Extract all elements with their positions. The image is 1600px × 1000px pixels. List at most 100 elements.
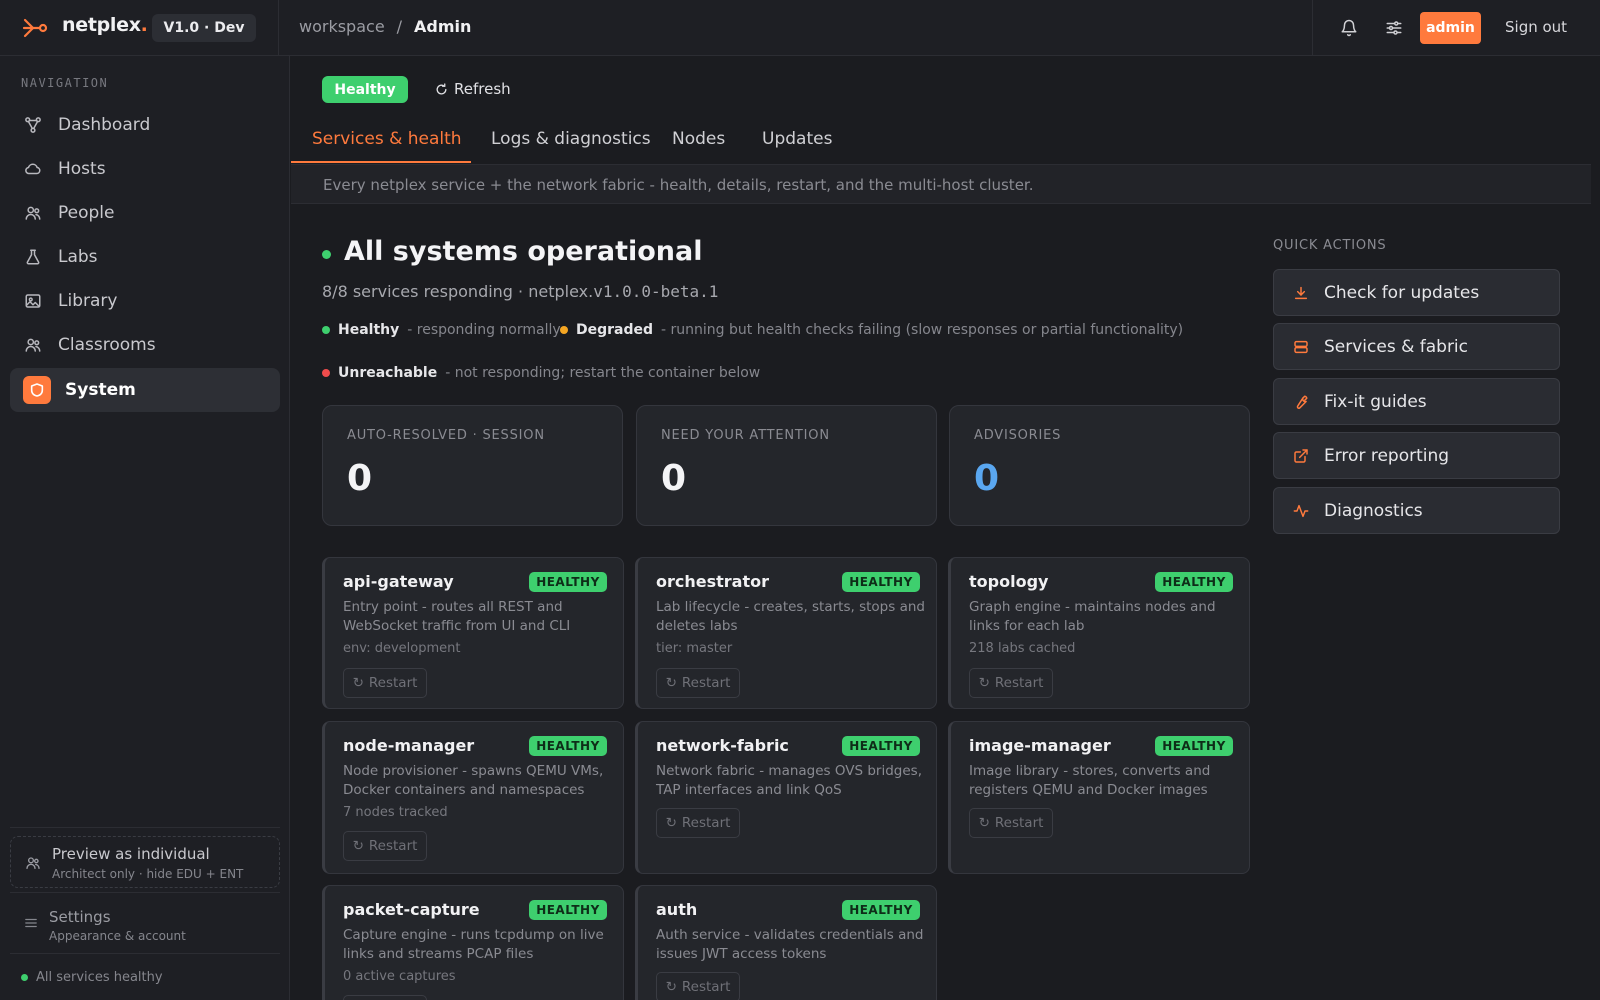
sidebar-item-system[interactable]: System [10, 368, 280, 412]
stat-label: ADVISORIES [974, 428, 1062, 443]
service-description: Network fabric - manages OVS bridges, TA… [656, 763, 923, 798]
service-meta: 218 labs cached [969, 641, 1076, 656]
sidebar-item-dashboard[interactable]: Dashboard [10, 103, 280, 147]
breadcrumb-root[interactable]: workspace [299, 17, 385, 36]
sidebar-item-hosts[interactable]: Hosts [10, 147, 280, 191]
service-name: image-manager [969, 736, 1111, 755]
service-meta: 0 active captures [343, 969, 456, 984]
sidebar-item-label: Dashboard [58, 115, 151, 135]
brand-name[interactable]: netplex. [62, 14, 148, 36]
download-icon [1292, 284, 1310, 302]
stat-card-auto-resolved: AUTO-RESOLVED · SESSION 0 [322, 405, 623, 526]
fix-it-guides-button[interactable]: Fix-it guides [1273, 378, 1560, 425]
status-badge: HEALTHY [1155, 736, 1233, 756]
service-card-packet-capture: packet-capture HEALTHY Capture engine - … [322, 885, 624, 1000]
status-dot [21, 974, 28, 981]
service-description: Lab lifecycle - creates, starts, stops a… [656, 599, 925, 634]
tab-logs-diagnostics[interactable]: Logs & diagnostics [491, 129, 651, 149]
preview-title: Preview as individual [52, 845, 210, 863]
tab-services-health[interactable]: Services & health [312, 129, 462, 149]
services-status: All services healthy [21, 970, 163, 985]
bell-icon[interactable] [1338, 17, 1360, 39]
sign-out-button[interactable]: Sign out [1505, 18, 1567, 36]
service-card-image-manager: image-manager HEALTHY Image library - st… [948, 721, 1250, 874]
stat-value: 0 [347, 458, 373, 499]
service-description: Capture engine - runs tcpdump on live li… [343, 927, 604, 962]
admin-role-button[interactable]: admin [1420, 12, 1481, 44]
flask-icon [24, 248, 42, 266]
tab-nodes[interactable]: Nodes [672, 129, 725, 149]
service-description: Node provisioner - spawns QEMU VMs, Dock… [343, 763, 604, 798]
people-icon [24, 204, 42, 222]
restart-button[interactable]: ↻Restart [343, 831, 427, 861]
tab-updates[interactable]: Updates [762, 129, 832, 149]
services-fabric-button[interactable]: Services & fabric [1273, 323, 1560, 370]
status-text: All services healthy [36, 970, 163, 985]
refresh-icon: ↻ [665, 675, 677, 691]
restart-button[interactable]: ↻Restart [343, 995, 427, 1000]
refresh-icon: ↻ [665, 979, 677, 995]
tab-description-bar: Every netplex service + the network fabr… [291, 164, 1591, 204]
service-description: Graph engine - maintains nodes and links… [969, 599, 1216, 634]
pulse-icon [1292, 502, 1310, 520]
tab-description: Every netplex service + the network fabr… [323, 176, 1034, 194]
sliders-icon[interactable] [1383, 17, 1405, 39]
sidebar-item-label: System [65, 380, 136, 400]
preview-subtitle: Architect only · hide EDU + ENT [52, 867, 244, 881]
service-description: Entry point - routes all REST and WebSoc… [343, 599, 571, 634]
cloud-icon [24, 160, 42, 178]
people-icon [25, 855, 41, 875]
quick-action-label: Diagnostics [1324, 500, 1423, 521]
sidebar-item-people[interactable]: People [10, 191, 280, 235]
breadcrumb-separator: / [396, 17, 403, 36]
service-card-network-fabric: network-fabric HEALTHY Network fabric - … [635, 721, 937, 874]
sidebar-item-label: Hosts [58, 159, 106, 179]
services-summary: 8/8 services responding · netplex.v1.0.0… [322, 282, 719, 301]
stat-card-advisories: ADVISORIES 0 [949, 405, 1250, 526]
service-card-api-gateway: api-gateway HEALTHY Entry point - routes… [322, 557, 624, 709]
service-name: node-manager [343, 736, 475, 755]
sidebar-item-label: Classrooms [58, 335, 156, 355]
shield-icon [23, 376, 51, 404]
restart-button[interactable]: ↻Restart [969, 668, 1053, 698]
refresh-icon: ↻ [665, 815, 677, 831]
netplex-logo-icon[interactable] [22, 16, 48, 40]
legend-degraded: Degraded - running but health checks fail… [560, 322, 1183, 338]
restart-button[interactable]: ↻Restart [969, 808, 1053, 838]
breadcrumb-current: Admin [414, 17, 472, 36]
restart-button[interactable]: ↻Restart [656, 972, 740, 1000]
restart-button[interactable]: ↻Restart [656, 668, 740, 698]
quick-action-label: Services & fabric [1324, 336, 1469, 357]
service-name: auth [656, 900, 698, 919]
service-name: orchestrator [656, 572, 769, 591]
refresh-icon: ↻ [978, 815, 990, 831]
service-card-auth: auth HEALTHY Auth service - validates cr… [635, 885, 937, 1000]
service-name: api-gateway [343, 572, 454, 591]
sidebar-item-library[interactable]: Library [10, 279, 280, 323]
quick-action-label: Check for updates [1324, 282, 1480, 303]
service-meta: 7 nodes tracked [343, 805, 448, 820]
status-badge: HEALTHY [842, 736, 920, 756]
status-badge: HEALTHY [842, 572, 920, 592]
diagnostics-button[interactable]: Diagnostics [1273, 487, 1560, 534]
health-status-pill: Healthy [322, 76, 408, 103]
sidebar-item-labs[interactable]: Labs [10, 235, 280, 279]
check-for-updates-button[interactable]: Check for updates [1273, 269, 1560, 316]
stat-label: AUTO-RESOLVED · SESSION [347, 428, 545, 443]
divider [278, 0, 279, 56]
divider [10, 953, 280, 954]
preview-as-individual-button[interactable]: Preview as individual Architect only · h… [10, 836, 280, 888]
version-badge[interactable]: V1.0 · Dev [152, 14, 256, 42]
sidebar-item-classrooms[interactable]: Classrooms [10, 323, 280, 367]
sidebar-item-label: Labs [58, 247, 98, 267]
restart-button[interactable]: ↻Restart [343, 668, 427, 698]
quick-action-label: Error reporting [1324, 445, 1450, 466]
refresh-button[interactable]: Refresh [435, 80, 511, 98]
sidebar: NAVIGATION Dashboard Hosts People Labs L… [0, 56, 290, 1000]
restart-button[interactable]: ↻Restart [656, 808, 740, 838]
error-reporting-button[interactable]: Error reporting [1273, 432, 1560, 479]
active-tab-indicator [291, 161, 471, 163]
service-card-orchestrator: orchestrator HEALTHY Lab lifecycle - cre… [635, 557, 937, 709]
stat-value: 0 [974, 458, 1000, 499]
settings-subtitle: Appearance & account [49, 929, 186, 943]
